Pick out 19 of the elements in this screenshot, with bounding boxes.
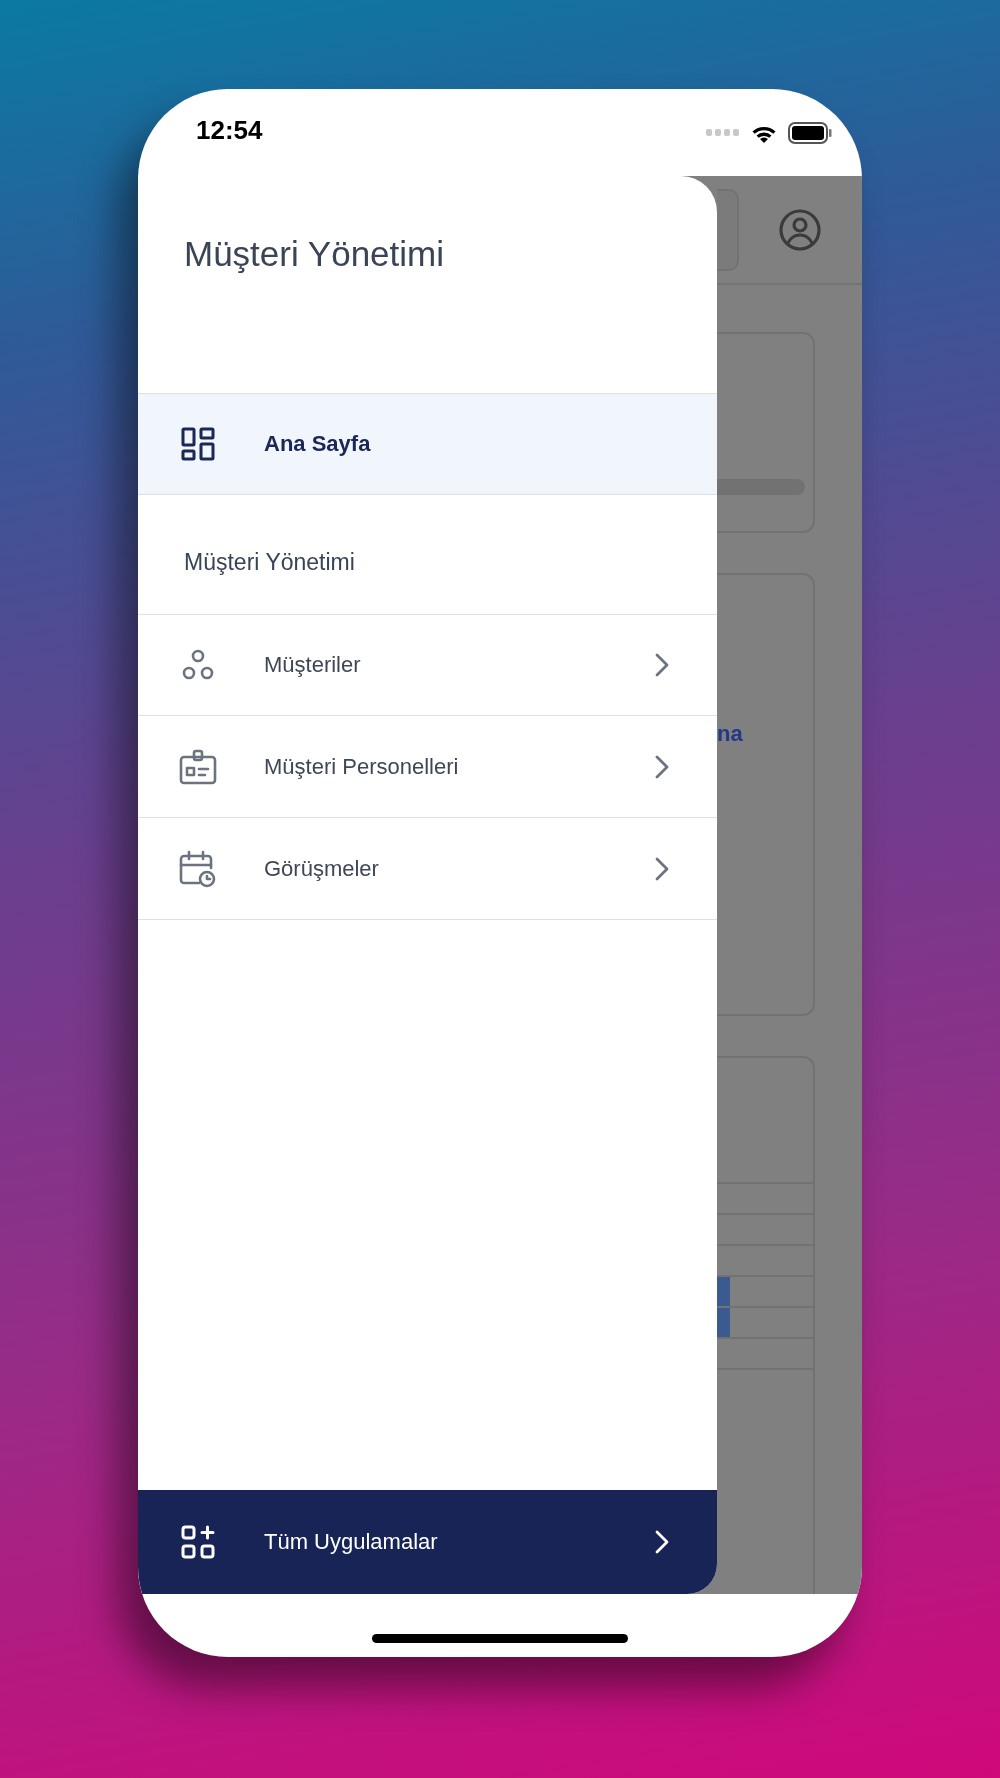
card-text: na: [717, 721, 744, 747]
chevron-right-icon: [655, 1530, 669, 1554]
status-time: 12:54: [196, 115, 263, 146]
calendar-clock-icon: [179, 849, 217, 888]
dashboard-icon: [181, 427, 215, 461]
section-heading: Müşteri Yönetimi: [183, 548, 356, 577]
menu-item[interactable]: Ana Sayfa: [138, 393, 717, 495]
chevron-right-icon: [655, 856, 669, 881]
chevron-right-icon: [655, 653, 669, 677]
apps-add-icon: [181, 1525, 215, 1559]
drawer-title: Müşteri Yönetimi: [183, 233, 445, 275]
menu-item[interactable]: Müşteriler: [138, 614, 717, 716]
circles-icon: [181, 648, 215, 682]
all-apps-button[interactable]: Tüm Uygulamalar: [138, 1490, 717, 1594]
user-icon: [778, 207, 822, 252]
signal-icon: [706, 128, 740, 137]
chevron-right-icon: [655, 754, 669, 779]
battery-icon: [788, 121, 832, 144]
id-badge-icon: [179, 748, 217, 785]
